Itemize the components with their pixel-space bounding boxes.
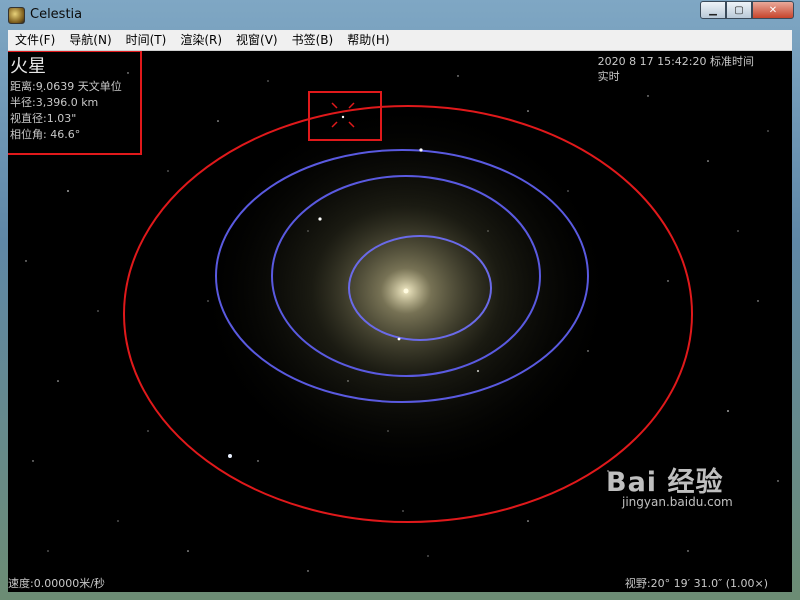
planet-earth-marker[interactable] [419, 148, 423, 152]
time-mode-text: 实时 [597, 70, 620, 83]
menu-render[interactable]: 渲染(R) [173, 30, 229, 50]
bright-star [228, 454, 232, 458]
planet-venus-marker[interactable] [318, 217, 322, 221]
celestia-app-icon [8, 7, 25, 24]
menu-time[interactable]: 时间(T) [119, 30, 174, 50]
menu-bar: 文件(F) 导航(N) 时间(T) 渲染(R) 视窗(V) 书签(B) 帮助(H… [8, 30, 792, 51]
menu-bookmarks[interactable]: 书签(B) [285, 30, 341, 50]
close-button[interactable]: ✕ [752, 1, 794, 19]
speed-readout: 速度:0.00000米/秒 [8, 577, 105, 590]
baidu-watermark: Bai 经验 jingyan.baidu.com [606, 460, 733, 509]
menu-navigation[interactable]: 导航(N) [62, 30, 118, 50]
menu-view[interactable]: 视窗(V) [229, 30, 285, 50]
mars-highlight-box [308, 91, 382, 141]
menu-file[interactable]: 文件(F) [8, 30, 62, 50]
maximize-button[interactable]: ▢ [726, 1, 752, 19]
datetime-text: 2020 8 17 15:42:20 标准时间 [597, 55, 754, 68]
sun[interactable] [403, 288, 409, 294]
watermark-url: jingyan.baidu.com [622, 495, 733, 509]
space-viewport[interactable]: 火星 距离:9.0639 天文单位 半径:3,396.0 km 视直径:1.03… [8, 51, 792, 592]
title-bar[interactable]: Celestia ▁ ▢ ✕ [0, 0, 800, 30]
time-display: 2020 8 17 15:42:20 标准时间 实时 [598, 54, 754, 84]
planet-mercury-marker[interactable] [397, 337, 401, 341]
watermark-brand: Bai 经验 [606, 467, 724, 498]
fov-readout: 视野:20° 19′ 31.0″ (1.00×) [624, 577, 768, 590]
minimize-button[interactable]: ▁ [700, 1, 726, 19]
celestia-window: Celestia ▁ ▢ ✕ 文件(F) 导航(N) 时间(T) 渲染(R) 视… [0, 0, 800, 600]
info-highlight-box [8, 51, 142, 155]
menu-help[interactable]: 帮助(H) [340, 30, 396, 50]
window-title: Celestia [30, 7, 83, 22]
